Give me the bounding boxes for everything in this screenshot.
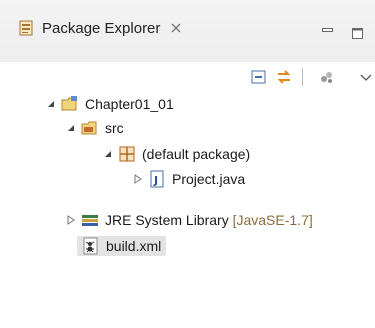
collapse-all-icon[interactable] [250,68,268,86]
expanded-arrow-icon[interactable] [102,148,114,160]
tree-item-src[interactable]: src [65,116,124,140]
expanded-arrow-icon[interactable] [45,98,57,110]
tree-item-default-package[interactable]: (default package) [102,142,250,166]
link-with-editor-icon[interactable] [275,68,293,86]
tree-item-label: (default package) [142,146,251,162]
svg-text:J: J [153,174,158,187]
library-decoration: [JavaSE-1.7] [232,212,313,228]
maximize-icon[interactable] [352,28,363,39]
toolbar-separator [302,68,303,86]
selection-highlight: build.xml [77,236,167,256]
tree-item-build-xml[interactable]: build.xml [77,234,167,258]
view-toolbar [0,62,375,90]
view-tab-bar: Package Explorer [0,0,375,62]
expanded-arrow-icon[interactable] [65,122,77,134]
tree-item-jre[interactable]: JRE System Library [JavaSE-1.7] [65,208,313,232]
view-menu-icon[interactable] [360,68,372,86]
close-icon[interactable] [170,22,182,34]
package-explorer-tab[interactable]: Package Explorer [18,13,318,43]
library-icon [82,215,98,226]
tree-item-label: JRE System Library [105,212,229,228]
collapsed-arrow-icon[interactable] [132,173,144,185]
tree-item-project-java[interactable]: J Project.java [132,167,245,191]
project-folder-icon [61,96,77,111]
package-explorer-icon [19,20,33,36]
tree-item-label: src [105,120,124,136]
minimize-icon[interactable] [322,28,333,37]
tree-item-label: build.xml [106,238,162,254]
collapsed-arrow-icon[interactable] [65,214,77,226]
view-title: Package Explorer [42,19,161,37]
ant-file-icon [83,237,98,255]
tree-item-project[interactable]: Chapter01_01 [45,92,174,116]
java-file-icon: J [150,170,164,188]
tree-item-label: Chapter01_01 [85,96,174,112]
source-folder-icon [81,121,97,135]
package-icon [119,146,135,162]
tree-item-label: Project.java [172,171,246,187]
view-menu-group-icon[interactable] [318,68,336,86]
